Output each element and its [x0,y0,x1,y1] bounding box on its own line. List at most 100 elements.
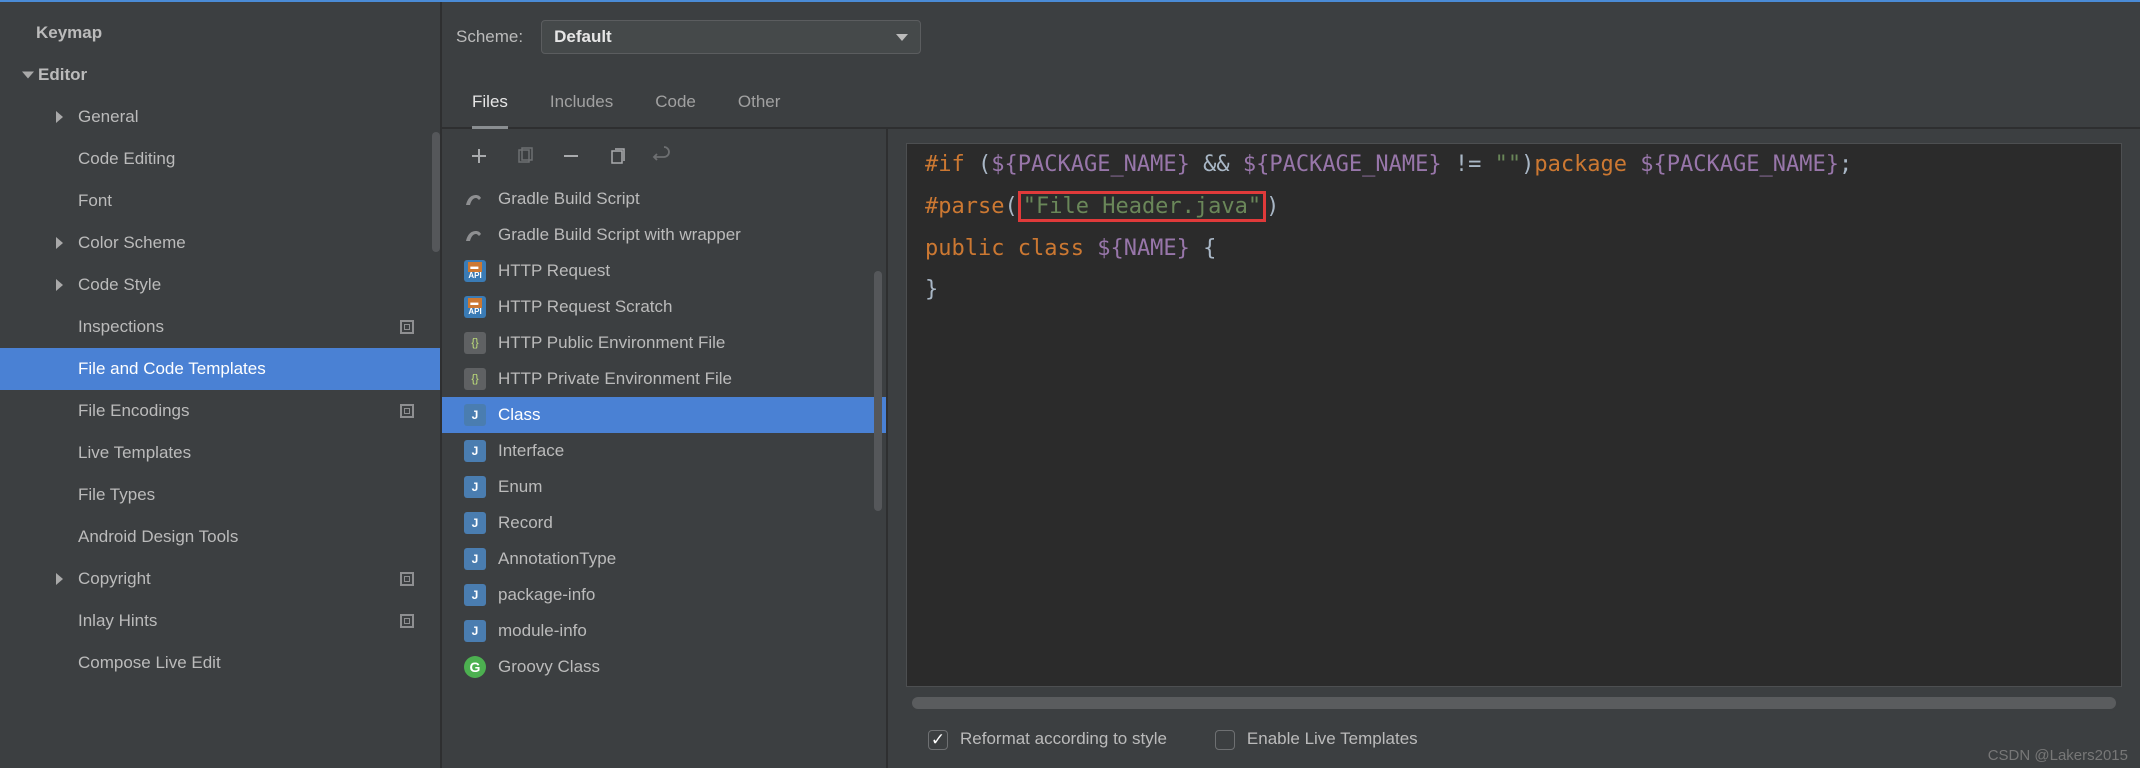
template-annotationtype[interactable]: J AnnotationType [442,541,886,577]
sidebar-item-editor[interactable]: Editor [0,54,440,96]
sidebar-item-compose-live-edit[interactable]: Compose Live Edit [0,642,440,684]
var-package: ${PACKAGE_NAME} [991,152,1190,177]
live-templates-checkbox[interactable]: Enable Live Templates [1215,729,1418,750]
template-label: module-info [498,621,587,641]
java-icon: J [464,404,486,426]
paren4: ) [1266,194,1279,219]
copy-icon[interactable] [606,145,628,167]
settings-tree: KeymapEditorGeneralCode EditingFontColor… [0,2,440,684]
template-label: Record [498,513,553,533]
copy-template-icon[interactable] [514,145,536,167]
scheme-row: Scheme: Default [442,2,2140,72]
template-package-info[interactable]: Jpackage-info [442,577,886,613]
sidebar-item-file-types[interactable]: File Types [0,474,440,516]
live-label: Enable Live Templates [1247,729,1418,748]
op-and: && [1190,152,1243,177]
chevron-down-icon [896,34,908,41]
env-icon: {} [464,368,486,390]
java-icon: J [464,440,486,462]
options-row: ✓Reformat according to style Enable Live… [888,711,2140,768]
reformat-label: Reformat according to style [960,729,1167,748]
remove-icon[interactable] [560,145,582,167]
reformat-checkbox[interactable]: ✓Reformat according to style [928,729,1167,750]
template-label: Enum [498,477,542,497]
template-label: Class [498,405,541,425]
env-icon: {} [464,332,486,354]
sidebar-item-copyright[interactable]: Copyright [0,558,440,600]
sidebar-item-color-scheme[interactable]: Color Scheme [0,222,440,264]
template-class[interactable]: J Class [442,397,886,433]
sidebar-item-live-templates[interactable]: Live Templates [0,432,440,474]
template-gradle-build-script-with-wrapper[interactable]: Gradle Build Script with wrapper [442,217,886,253]
project-icon [400,614,414,628]
template-label: Gradle Build Script with wrapper [498,225,741,245]
api-icon: ▬API [464,260,486,282]
template-http-public-environment-file[interactable]: {}HTTP Public Environment File [442,325,886,361]
chevron-right-icon [56,111,63,123]
sidebar-item-keymap[interactable]: Keymap [0,12,440,54]
template-gradle-build-script[interactable]: Gradle Build Script [442,181,886,217]
template-label: Groovy Class [498,657,600,677]
undo-icon[interactable] [652,145,674,167]
var-name: ${NAME} [1097,236,1190,261]
chevron-right-icon [56,573,63,585]
var-package2: ${PACKAGE_NAME} [1243,152,1442,177]
tab-includes[interactable]: Includes [550,82,613,127]
empty-string: "" [1495,152,1522,177]
paren3: ( [1004,194,1017,219]
template-label: package-info [498,585,595,605]
scheme-label: Scheme: [456,27,523,47]
scheme-dropdown[interactable]: Default [541,20,921,54]
template-module-info[interactable]: Jmodule-info [442,613,886,649]
sidebar-scrollbar[interactable] [432,132,440,252]
add-icon[interactable] [468,145,490,167]
template-groovy-class[interactable]: G Groovy Class [442,649,886,685]
sidebar-item-code-editing[interactable]: Code Editing [0,138,440,180]
sidebar-item-android-design-tools[interactable]: Android Design Tools [0,516,440,558]
groovy-icon: G [464,656,486,678]
template-interface[interactable]: J Interface [442,433,886,469]
keyword-if: #if [925,152,978,177]
template-tabs: Files Includes Code Other [442,82,2140,129]
settings-sidebar: KeymapEditorGeneralCode EditingFontColor… [0,2,442,768]
template-label: Gradle Build Script [498,189,640,209]
java-icon: J [464,584,486,606]
template-http-request-scratch[interactable]: ▬APIHTTP Request Scratch [442,289,886,325]
sidebar-item-file-encodings[interactable]: File Encodings [0,390,440,432]
project-icon [400,572,414,586]
chevron-right-icon [56,279,63,291]
template-label: Interface [498,441,564,461]
template-list-column: Gradle Build Script Gradle Build Script w… [442,129,888,768]
watermark: CSDN @Lakers2015 [1988,747,2128,764]
project-icon [400,404,414,418]
template-http-private-environment-file[interactable]: {} HTTP Private Environment File [442,361,886,397]
sidebar-item-file-and-code-templates[interactable]: File and Code Templates [0,348,440,390]
sidebar-item-code-style[interactable]: Code Style [0,264,440,306]
template-record[interactable]: JRecord [442,505,886,541]
template-list: Gradle Build Script Gradle Build Script w… [442,181,886,768]
editor-h-scrollbar[interactable] [910,695,2118,711]
sidebar-item-inspections[interactable]: Inspections [0,306,440,348]
paren: ( [978,152,991,177]
java-icon: J [464,476,486,498]
tab-files[interactable]: Files [472,82,508,129]
template-http-request[interactable]: ▬APIHTTP Request [442,253,886,289]
tab-other[interactable]: Other [738,82,781,127]
tab-code[interactable]: Code [655,82,696,127]
sidebar-item-font[interactable]: Font [0,180,440,222]
paren2: ) [1521,152,1534,177]
sidebar-item-general[interactable]: General [0,96,440,138]
keyword-package: package [1534,152,1640,177]
keyword-parse: #parse [925,194,1004,219]
java-icon: J [464,620,486,642]
template-label: AnnotationType [498,549,616,569]
editor-column: #if (${PACKAGE_NAME} && ${PACKAGE_NAME} … [888,129,2140,768]
semi: ; [1839,152,1852,177]
template-label: HTTP Private Environment File [498,369,732,389]
main-panel: Scheme: Default Files Includes Code Other G… [442,2,2140,768]
list-scrollbar[interactable] [874,271,882,511]
java-icon: J [464,548,486,570]
sidebar-item-inlay-hints[interactable]: Inlay Hints [0,600,440,642]
template-enum[interactable]: J Enum [442,469,886,505]
template-editor[interactable]: #if (${PACKAGE_NAME} && ${PACKAGE_NAME} … [906,143,2122,687]
